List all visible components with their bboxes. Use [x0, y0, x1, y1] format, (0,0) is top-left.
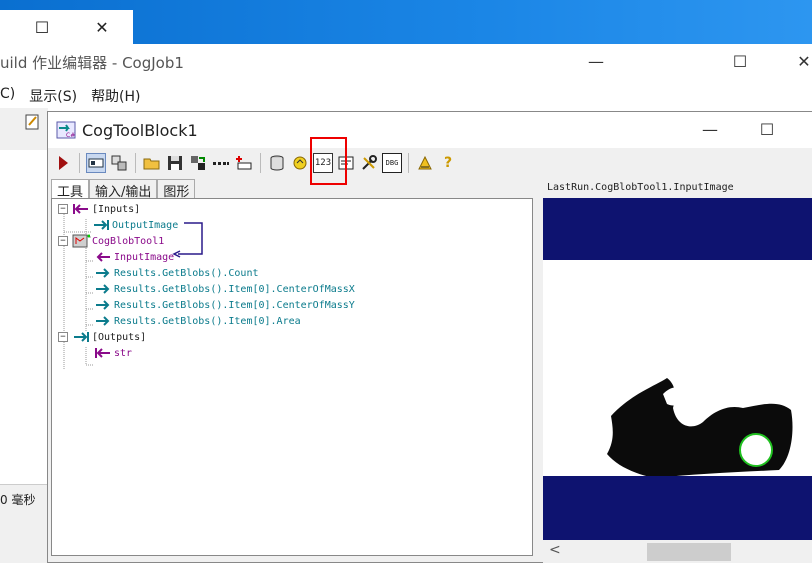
tool-block-dialog: C# CogToolBlock1 — ☐ 123 DBG ? 工具 输入/输出 … — [47, 111, 812, 563]
tree-label: OutputImage — [112, 219, 179, 231]
status-label: 0 毫秒 — [0, 484, 48, 512]
database-icon[interactable] — [267, 153, 287, 173]
tree-label: CogBlobTool1 — [92, 235, 165, 247]
toolbar-separator — [135, 153, 136, 173]
tree-label: str — [114, 347, 133, 359]
tree-node-inputs[interactable]: − [Inputs] — [58, 201, 140, 217]
tree-node-outputs[interactable]: − [Outputs] — [58, 329, 146, 345]
toolbar-separator — [408, 153, 409, 173]
dialog-title: CogToolBlock1 — [82, 121, 198, 140]
image-band-bottom — [543, 476, 812, 540]
tree-node-str[interactable]: str — [94, 345, 132, 361]
tool-tree: − [Inputs] OutputImage − CogBlobTool1 In… — [51, 198, 533, 556]
tree-label: Results.GetBlobs().Item[0].CenterOfMassX — [114, 283, 355, 295]
tree-node-blobtool[interactable]: − CogBlobTool1 — [58, 233, 164, 249]
scroll-left-icon[interactable]: < — [549, 542, 561, 558]
image-display[interactable] — [543, 198, 812, 540]
menu-item-view[interactable]: 显示(S) — [29, 86, 77, 105]
minimize-button[interactable]: — — [582, 50, 610, 74]
highlight-box — [310, 137, 347, 185]
wrench-icon[interactable] — [359, 153, 379, 173]
toolbar-separator — [79, 153, 80, 173]
tab-tools[interactable]: 工具 — [51, 179, 90, 200]
script-icon[interactable] — [415, 153, 435, 173]
menu-item-help[interactable]: 帮助(H) — [91, 86, 140, 105]
toolbar-separator — [260, 153, 261, 173]
tree-label: Results.GetBlobs().Item[0].Area — [114, 315, 301, 327]
view-icon[interactable] — [86, 153, 106, 173]
window-title: uild 作业编辑器 - CogJob1 — [0, 54, 184, 72]
tree-node-centerx[interactable]: Results.GetBlobs().Item[0].CenterOfMassX — [94, 281, 355, 297]
scroll-thumb[interactable] — [647, 543, 731, 561]
tree-node-inputimage[interactable]: InputImage — [94, 249, 174, 265]
dialog-maximize-button[interactable]: ☐ — [753, 118, 781, 142]
tree-label: [Inputs] — [92, 203, 141, 215]
tree-node-outputimage[interactable]: OutputImage — [92, 217, 178, 233]
tool-tabs: 工具 输入/输出 图形 — [51, 179, 196, 200]
refresh-icon[interactable] — [290, 153, 310, 173]
menu-item-c[interactable]: C) — [0, 86, 15, 104]
close-button[interactable]: ✕ — [790, 50, 812, 74]
editor-left-panel — [0, 150, 48, 510]
svg-text:C#: C# — [66, 132, 75, 139]
dialog-toolbar: 123 DBG ? — [48, 150, 812, 176]
tree-label: InputImage — [114, 251, 175, 263]
tree-label: Results.GetBlobs().Count — [114, 267, 259, 279]
tree-label: Results.GetBlobs().Item[0].CenterOfMassY — [114, 299, 355, 311]
help-icon[interactable]: ? — [438, 153, 458, 173]
editor-toolbar — [0, 108, 48, 150]
tools-icon[interactable] — [109, 153, 129, 173]
image-title: LastRun.CogBlobTool1.InputImage — [543, 179, 812, 197]
run-icon[interactable] — [53, 153, 73, 173]
editor-footer — [0, 512, 48, 563]
add-icon[interactable] — [234, 153, 254, 173]
tab-io[interactable]: 输入/输出 — [89, 179, 158, 200]
toolblock-icon: C# — [56, 121, 76, 139]
menu-bar: C) 显示(S) 帮助(H) — [0, 86, 141, 105]
tree-label: [Outputs] — [92, 331, 147, 343]
dialog-minimize-button[interactable]: — — [696, 118, 724, 142]
dbg-icon[interactable]: DBG — [382, 153, 402, 173]
save-icon[interactable] — [165, 153, 185, 173]
maximize-icon[interactable]: ☐ — [32, 18, 52, 38]
tree-node-count[interactable]: Results.GetBlobs().Count — [94, 265, 259, 281]
toolbar-edit-icon[interactable] — [0, 112, 48, 136]
dialog-titlebar: C# CogToolBlock1 — ☐ — [48, 112, 812, 148]
tree-node-centery[interactable]: Results.GetBlobs().Item[0].CenterOfMassY — [94, 297, 355, 313]
import-icon[interactable] — [188, 153, 208, 173]
small-window-fragment: ☐ ✕ — [0, 10, 133, 46]
open-icon[interactable] — [142, 153, 162, 173]
maximize-button[interactable]: ☐ — [726, 50, 754, 74]
close-icon[interactable]: ✕ — [92, 18, 112, 38]
tab-graphics[interactable]: 图形 — [157, 179, 196, 200]
dots-icon[interactable] — [211, 153, 231, 173]
tree-node-area[interactable]: Results.GetBlobs().Item[0].Area — [94, 313, 301, 329]
horizontal-scrollbar[interactable]: < — [543, 540, 812, 563]
